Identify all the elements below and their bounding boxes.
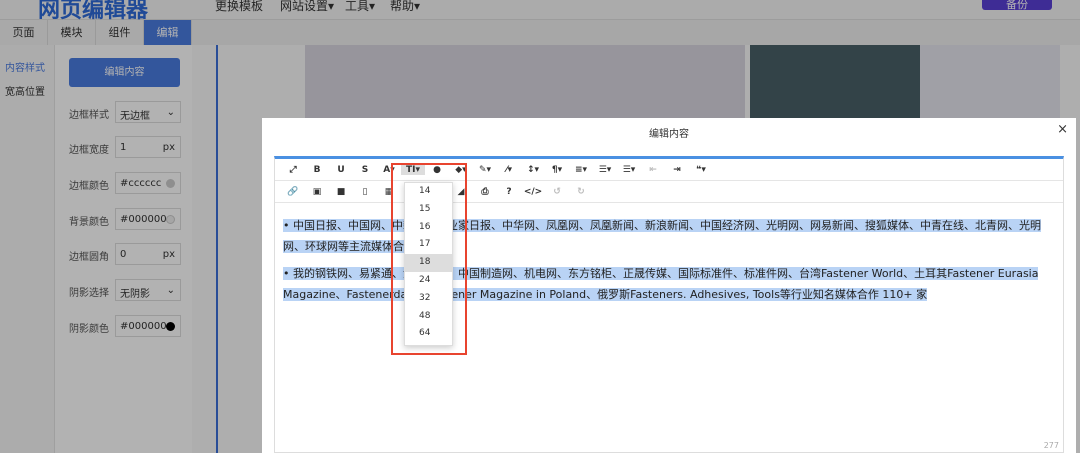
- video-icon[interactable]: ■: [329, 187, 353, 197]
- print-icon[interactable]: ⎙: [473, 187, 497, 197]
- image-icon[interactable]: ▣: [305, 187, 329, 197]
- clear-format-icon[interactable]: ⁄▾: [497, 165, 521, 175]
- ordered-list-icon[interactable]: ☰▾: [593, 165, 617, 175]
- unordered-list-icon[interactable]: ☰▾: [617, 165, 641, 175]
- file-icon[interactable]: ▯: [353, 187, 377, 197]
- brush-icon[interactable]: ✎▾: [473, 165, 497, 175]
- fullscreen-icon[interactable]: ⤢: [281, 165, 305, 175]
- code-icon[interactable]: </>: [521, 187, 545, 197]
- indent-icon[interactable]: ⇥: [665, 165, 689, 175]
- undo-icon[interactable]: ↺: [545, 187, 569, 197]
- close-icon[interactable]: ×: [1057, 122, 1068, 137]
- align-icon[interactable]: ≡▾: [569, 165, 593, 175]
- modal-title: 编辑内容: [649, 129, 689, 140]
- underline-icon[interactable]: U: [329, 165, 353, 175]
- word-count: 277: [1043, 441, 1059, 450]
- link-icon[interactable]: 🔗: [281, 187, 305, 197]
- line-height-icon[interactable]: ↕▾: [521, 165, 545, 175]
- quote-icon[interactable]: ❝▾: [689, 165, 713, 175]
- highlight-annotation: [391, 163, 467, 355]
- edit-content-modal: 编辑内容 × ⤢ B U S A▾ TI▾ ● ◆▾ ✎▾ ⁄▾ ↕▾ ¶▾ ≡▾ ☰▾ ☰▾ ⇤ ⇥ ❝▾ 🔗 ▣…: [262, 118, 1076, 453]
- bold-icon[interactable]: B: [305, 165, 329, 175]
- paragraph-icon[interactable]: ¶▾: [545, 165, 569, 175]
- strikethrough-icon[interactable]: S: [353, 165, 377, 175]
- outdent-icon[interactable]: ⇤: [641, 165, 665, 175]
- redo-icon[interactable]: ↻: [569, 187, 593, 197]
- help-icon[interactable]: ?: [497, 187, 521, 197]
